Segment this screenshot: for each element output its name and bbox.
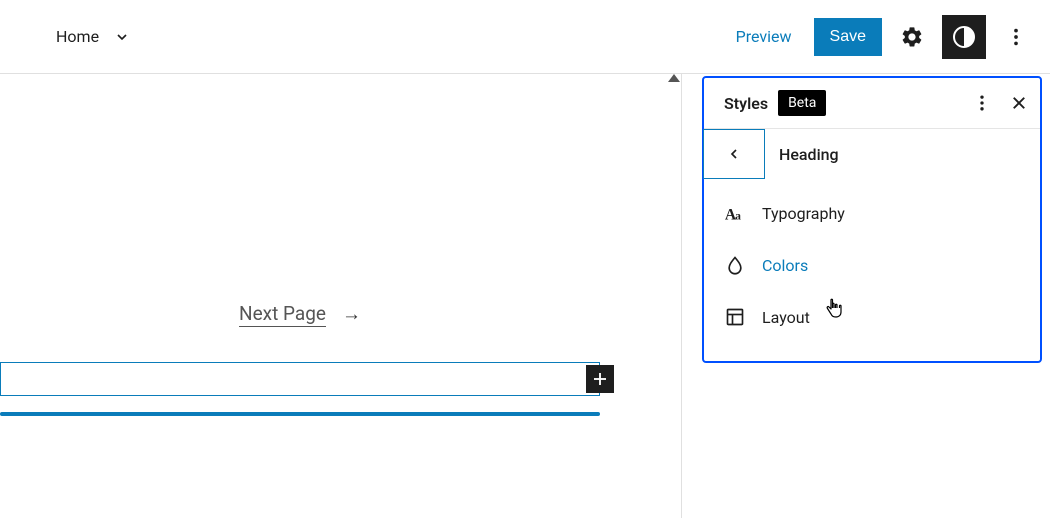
close-panel-button[interactable] xyxy=(1010,94,1028,112)
beta-badge: Beta xyxy=(778,90,826,116)
styles-title: Styles xyxy=(724,94,768,113)
styles-toggle-button[interactable] xyxy=(942,15,986,59)
next-page-row: Next Page → xyxy=(0,302,600,326)
typography-icon: Aa xyxy=(724,202,746,224)
scroll-arrow-up-icon[interactable] xyxy=(668,74,682,84)
next-page-link[interactable]: Next Page xyxy=(239,302,326,325)
styles-item-label: Layout xyxy=(762,308,810,327)
save-button[interactable]: Save xyxy=(814,18,882,56)
gear-icon xyxy=(900,25,924,49)
chevron-left-icon xyxy=(726,146,742,162)
arrow-right-icon: → xyxy=(342,302,361,325)
add-block-button[interactable] xyxy=(586,365,614,393)
home-label: Home xyxy=(56,27,99,46)
half-circle-icon xyxy=(952,25,976,49)
colors-icon xyxy=(724,254,746,276)
selected-block[interactable] xyxy=(0,362,600,396)
topbar: Home Preview Save xyxy=(0,0,1050,74)
dots-vertical-icon xyxy=(1005,26,1027,48)
back-button[interactable] xyxy=(703,129,765,179)
layout-icon xyxy=(724,306,746,328)
preview-link[interactable]: Preview xyxy=(722,17,806,56)
plus-icon xyxy=(591,370,609,388)
panel-heading: Heading xyxy=(779,145,839,164)
styles-item-label: Typography xyxy=(762,204,845,223)
styles-nav-row: Heading xyxy=(704,129,1040,179)
styles-list: Aa Typography Colors Layout xyxy=(704,179,1040,361)
home-dropdown[interactable]: Home xyxy=(56,26,133,48)
styles-item-label: Colors xyxy=(762,256,808,275)
styles-panel: Styles Beta Heading xyxy=(702,76,1042,363)
panel-more-button[interactable] xyxy=(972,93,992,113)
topbar-actions: Preview Save xyxy=(722,15,1038,59)
styles-item-colors[interactable]: Colors xyxy=(704,239,1040,291)
main-area: Next Page → Styles Beta xyxy=(0,74,1050,518)
settings-button[interactable] xyxy=(890,15,934,59)
chevron-down-icon xyxy=(111,26,133,48)
insert-indicator xyxy=(0,412,600,416)
styles-header: Styles Beta xyxy=(704,78,1040,129)
editor-canvas[interactable]: Next Page → xyxy=(0,74,682,518)
svg-text:a: a xyxy=(735,208,741,222)
styles-item-typography[interactable]: Aa Typography xyxy=(704,187,1040,239)
styles-item-layout[interactable]: Layout xyxy=(704,291,1040,343)
more-menu-button[interactable] xyxy=(994,15,1038,59)
